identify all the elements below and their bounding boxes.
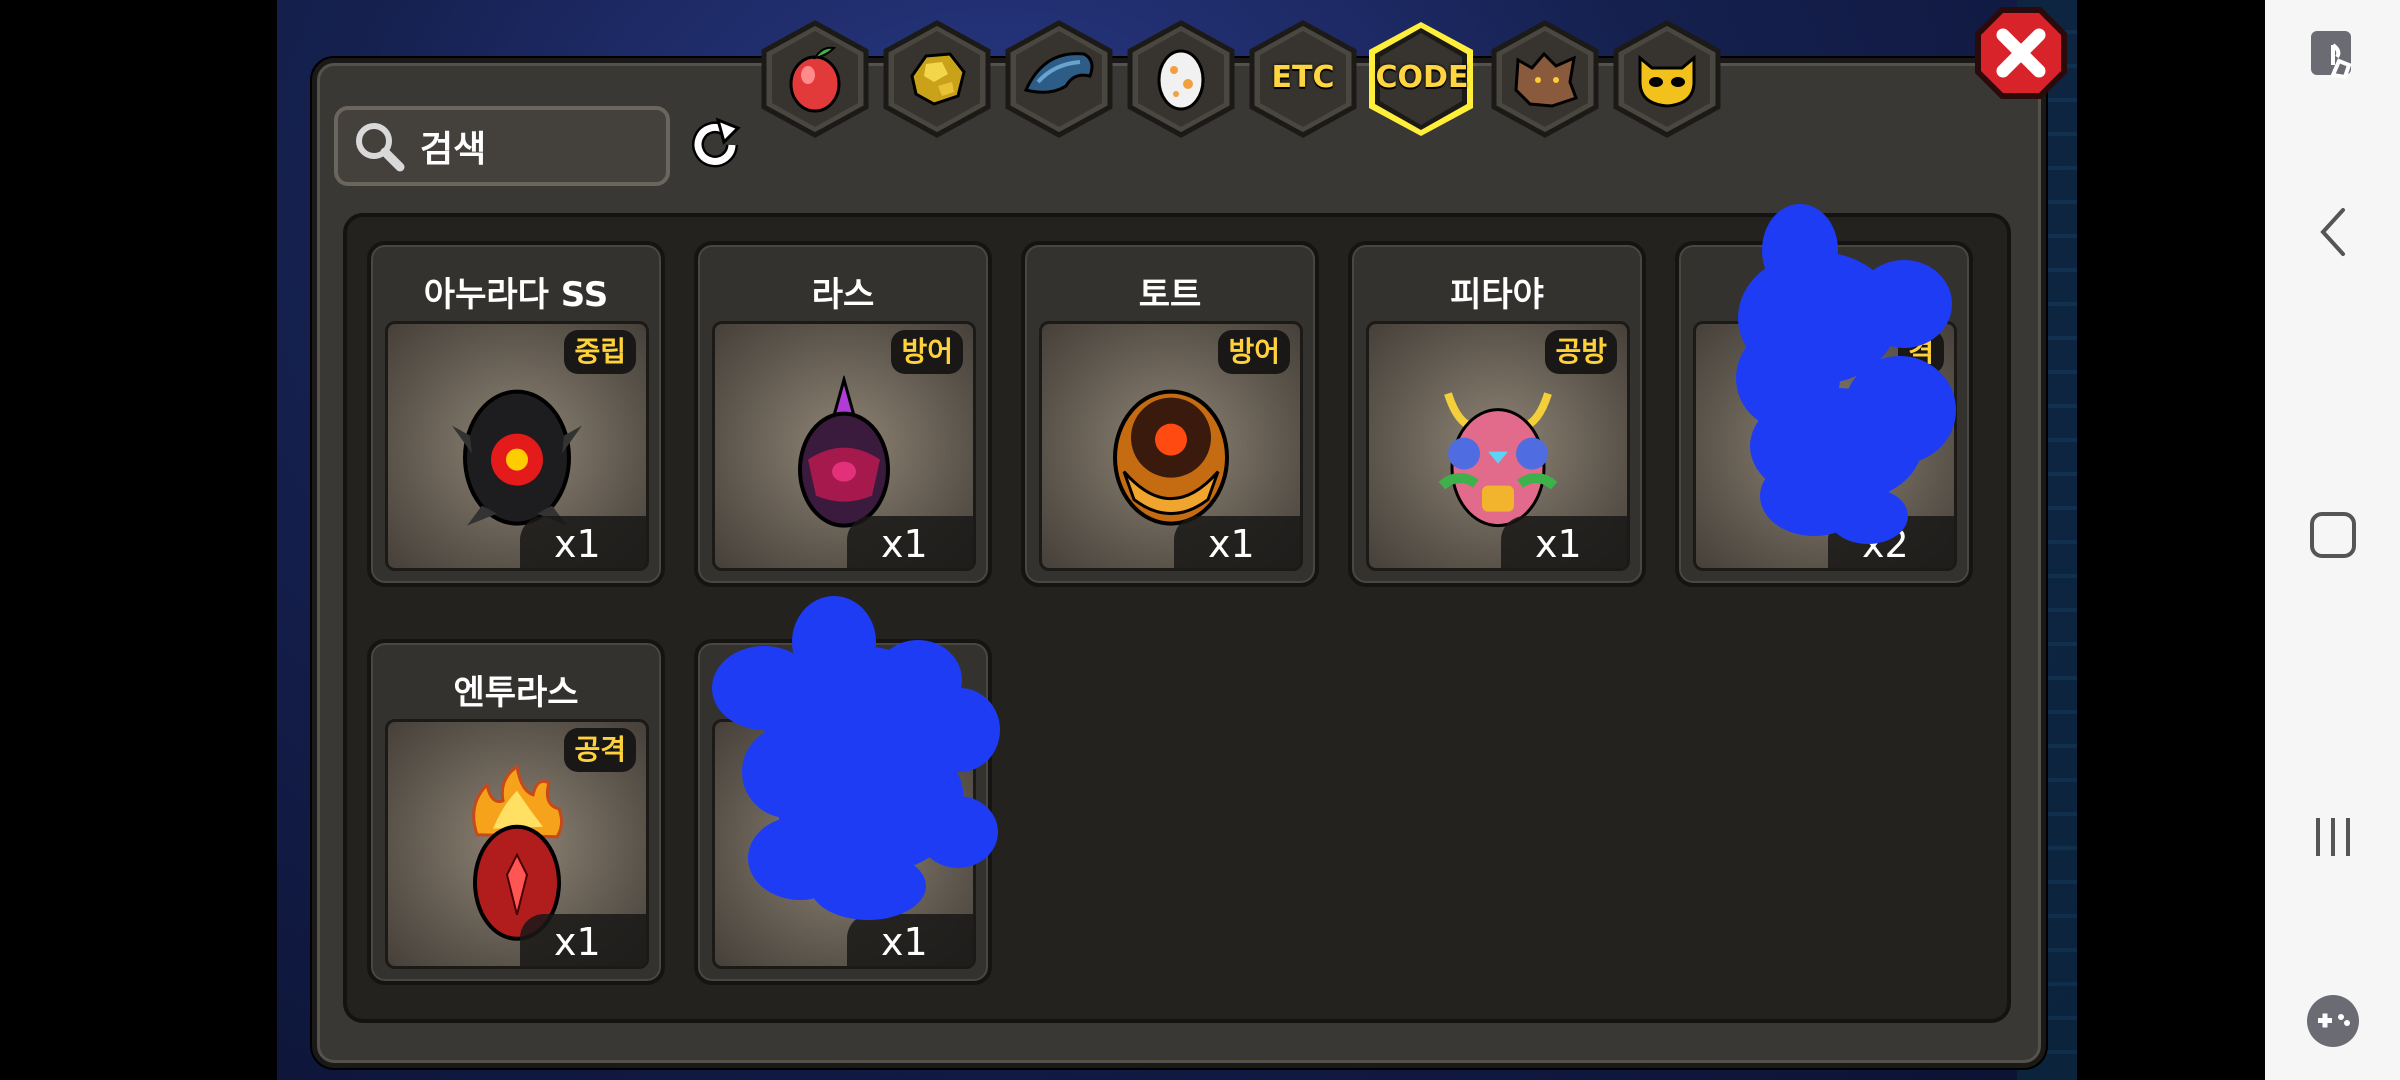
gamepad-icon (2306, 995, 2359, 1047)
tab-egg[interactable] (1126, 20, 1236, 138)
item-count: x1 (1174, 516, 1300, 568)
item-name: 라스 (811, 275, 875, 315)
item-card[interactable]: 스 격 x2 (1675, 241, 1973, 587)
tab-etc[interactable]: ETC (1248, 20, 1358, 138)
tab-mask[interactable] (1612, 20, 1722, 138)
item-name: 피타야 (1450, 275, 1544, 315)
tab-fruit[interactable] (760, 20, 870, 138)
close-button[interactable] (1973, 5, 2069, 101)
tab-code[interactable]: CODE (1366, 20, 1478, 138)
purple-egg-icon (798, 375, 890, 528)
golden-egg-icon (1113, 389, 1229, 526)
item-card[interactable]: x1 (694, 639, 992, 985)
attribute-badge: 공격 (564, 728, 636, 772)
item-name: 스 (1883, 275, 1915, 315)
floral-egg-icon (1438, 392, 1558, 528)
item-image-frame: x1 (712, 719, 976, 969)
item-count: x1 (520, 914, 646, 966)
item-count: x1 (847, 914, 973, 966)
item-card[interactable]: 엔투라스 공격 x1 (367, 639, 665, 985)
item-card[interactable]: 피타야 공방 x1 (1348, 241, 1646, 587)
item-image-frame: 방어 x1 (712, 321, 976, 571)
refresh-icon (692, 117, 741, 168)
item-image-frame: 격 x2 (1693, 321, 1957, 571)
egg-icon (1157, 49, 1205, 111)
item-count: x2 (1828, 516, 1954, 568)
back-icon (2319, 208, 2345, 256)
tab-code-label: CODE (1375, 60, 1469, 95)
item-image-frame: 방어 x1 (1039, 321, 1303, 571)
dark-egg-icon (452, 389, 582, 526)
item-name: 아누라다 SS (423, 275, 609, 315)
home-icon (2309, 512, 2356, 558)
item-name: 토트 (1138, 275, 1202, 315)
search-icon (352, 119, 406, 173)
attribute-badge: 격 (1898, 330, 1944, 374)
item-count: x1 (847, 516, 973, 568)
item-image-frame: 공격 x1 (385, 719, 649, 969)
attribute-badge: 방어 (1218, 330, 1290, 374)
system-nav-bar (2265, 0, 2400, 1080)
item-count: x1 (1501, 516, 1627, 568)
back-button[interactable] (2265, 187, 2400, 277)
tab-etc-label: ETC (1271, 60, 1335, 95)
attribute-badge: 중립 (564, 330, 636, 374)
attribute-badge: 공방 (1545, 330, 1617, 374)
game-booster-button[interactable] (2265, 976, 2400, 1066)
item-image-frame: 중립 x1 (385, 321, 649, 571)
recents-button[interactable] (2265, 792, 2400, 882)
refresh-button[interactable] (684, 114, 746, 176)
home-button[interactable] (2265, 490, 2400, 580)
recents-icon (2315, 818, 2350, 856)
game-tools-button[interactable] (2265, 10, 2400, 100)
tab-gold[interactable] (882, 20, 992, 138)
tab-beast[interactable] (1490, 20, 1600, 138)
touch-lock-icon (2310, 31, 2351, 80)
close-icon (1975, 7, 2067, 99)
item-count: x1 (520, 516, 646, 568)
tab-wing[interactable] (1004, 20, 1114, 138)
hidden-egg-icon (1777, 400, 1873, 520)
item-image-frame: 공방 x1 (1366, 321, 1630, 571)
item-grid: 아누라다 SS 중립 x1 라스 방어 x1 토트 방어 x1 피타야 공방 x… (343, 213, 2011, 1023)
item-name: 엔투라스 (453, 673, 579, 713)
item-card[interactable]: 토트 방어 x1 (1021, 241, 1319, 587)
search-input[interactable]: 검색 (334, 106, 670, 186)
item-card[interactable]: 아누라다 SS 중립 x1 (367, 241, 665, 587)
item-card[interactable]: 라스 방어 x1 (694, 241, 992, 587)
search-placeholder: 검색 (420, 129, 487, 170)
attribute-badge: 방어 (891, 330, 963, 374)
